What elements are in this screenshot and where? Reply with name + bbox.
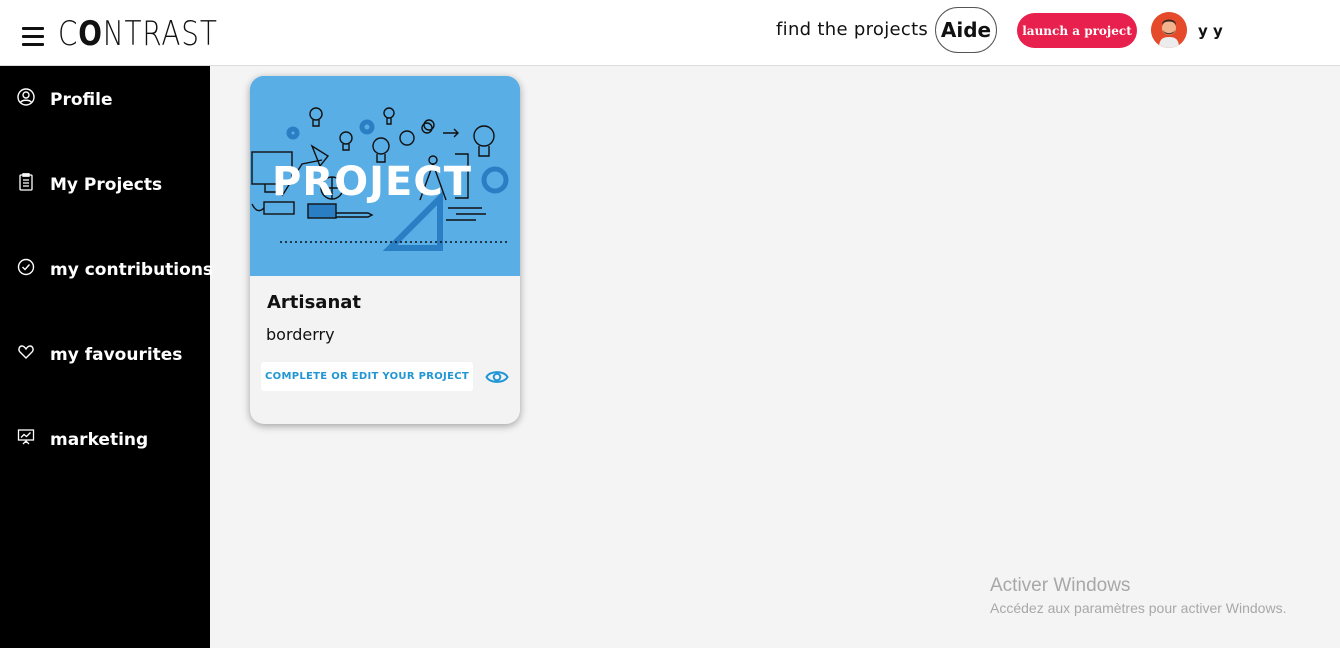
- project-subtitle: borderry: [266, 325, 335, 344]
- complete-or-edit-project-button[interactable]: COMPLETE OR EDIT YOUR PROJECT: [261, 362, 473, 391]
- find-projects-link[interactable]: find the projects: [776, 19, 928, 40]
- sidebar-item-profile[interactable]: Profile: [0, 88, 210, 128]
- clipboard-icon: [17, 173, 35, 191]
- menu-icon[interactable]: [22, 27, 44, 46]
- sidebar: Profile My Projects my contributions my …: [0, 66, 214, 648]
- sidebar-item-label: My Projects: [50, 175, 163, 195]
- aide-button[interactable]: Aide: [935, 7, 997, 53]
- top-header: CONTRAST find the projects Aide launch a…: [0, 0, 1340, 66]
- sidebar-item-marketing[interactable]: marketing: [0, 428, 210, 468]
- project-banner-image: PROJECT: [250, 76, 520, 276]
- sidebar-item-label: marketing: [50, 430, 149, 450]
- sidebar-item-label: my favourites: [50, 345, 183, 365]
- windows-activation-subtitle: Accédez aux paramètres pour activer Wind…: [990, 600, 1287, 616]
- launch-project-button[interactable]: launch a project: [1017, 13, 1137, 48]
- user-circle-icon: [17, 88, 35, 106]
- presentation-chart-icon: [17, 428, 35, 446]
- sidebar-item-favourites[interactable]: my favourites: [0, 343, 210, 383]
- check-circle-icon: [17, 258, 35, 276]
- username-label[interactable]: y y: [1198, 22, 1223, 40]
- sidebar-item-my-projects[interactable]: My Projects: [0, 173, 210, 213]
- sidebar-item-label: Profile: [50, 90, 113, 110]
- windows-activation-title: Activer Windows: [990, 575, 1131, 596]
- avatar[interactable]: [1151, 12, 1187, 48]
- sidebar-item-contributions[interactable]: my contributions: [0, 258, 214, 298]
- sidebar-item-label: my contributions: [50, 260, 214, 280]
- project-title: Artisanat: [267, 292, 362, 313]
- banner-text: PROJECT: [272, 159, 472, 205]
- brand-logo[interactable]: CONTRAST: [58, 14, 218, 54]
- project-card[interactable]: PROJECT Artisanat borderry COMPLETE OR E…: [250, 76, 520, 424]
- eye-icon[interactable]: [485, 368, 509, 386]
- heart-icon: [17, 343, 35, 361]
